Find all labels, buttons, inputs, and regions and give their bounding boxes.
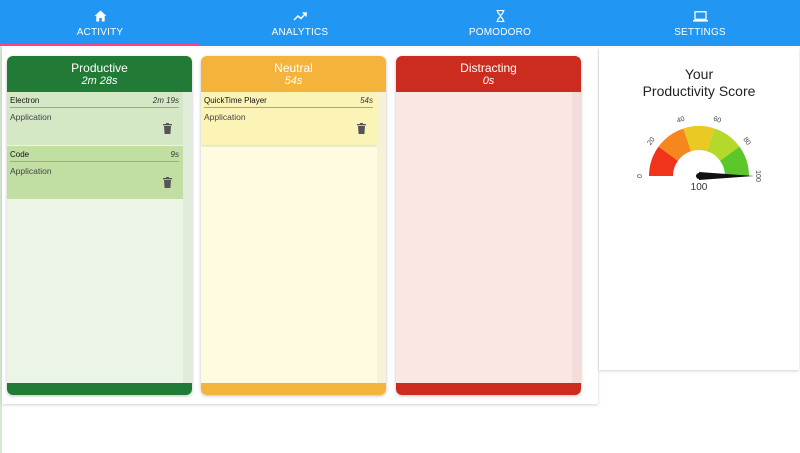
score-title: Your Productivity Score (599, 66, 799, 100)
gauge-tick-label: 100 (754, 170, 761, 182)
column-duration: 2m 28s (81, 74, 118, 87)
gauge-tick-label: 0 (637, 174, 644, 178)
trash-icon[interactable] (161, 121, 173, 135)
card-name: Electron (10, 96, 40, 105)
hourglass-icon (496, 8, 505, 24)
laptop-icon (692, 8, 708, 24)
tab-activity-label: ACTIVITY (76, 27, 124, 38)
scrollbar[interactable] (572, 92, 581, 383)
tab-settings[interactable]: SETTINGS (600, 0, 800, 46)
activity-card[interactable]: QuickTime Player 54s Application (201, 92, 377, 145)
home-icon (94, 8, 107, 24)
column-duration: 0s (482, 74, 495, 87)
column-distracting-header: Distracting 0s (396, 56, 581, 92)
card-type: Application (10, 112, 52, 122)
column-title: Distracting (460, 60, 517, 75)
scrollbar[interactable] (183, 92, 192, 383)
card-type: Application (10, 166, 52, 176)
card-name: QuickTime Player (204, 96, 267, 105)
scrollbar[interactable] (377, 92, 386, 383)
trash-icon[interactable] (161, 175, 173, 189)
productivity-gauge: 0 20 40 60 80 100 100 (637, 116, 761, 193)
score-title-line1: Your (684, 66, 714, 82)
score-title-line2: Productivity Score (642, 83, 756, 99)
card-duration: 9s (170, 150, 179, 159)
gauge-tick-label: 40 (676, 116, 686, 125)
gauge-tick-label: 60 (712, 116, 722, 125)
activity-card[interactable]: Electron 2m 19s Application (7, 92, 183, 145)
column-neutral-footer (201, 383, 386, 395)
tab-activity[interactable]: ACTIVITY (0, 0, 200, 46)
column-neutral: Neutral 54s QuickTime Player 54s Applica… (201, 56, 386, 395)
gauge-tick-label: 80 (741, 136, 751, 147)
tab-analytics-label: ANALYTICS (271, 27, 329, 38)
column-distracting-footer (396, 383, 581, 395)
trending-up-icon (293, 8, 307, 24)
column-productive-list[interactable]: Electron 2m 19s Application Code 9s Appl… (7, 92, 192, 383)
column-title: Neutral (274, 60, 313, 75)
column-title: Productive (71, 60, 128, 75)
productivity-score-panel: Your Productivity Score 0 20 40 60 80 100 100 (599, 48, 799, 370)
gauge-needle-hub (696, 173, 702, 179)
activity-board: Productive 2m 28s Electron 2m 19s Applic… (2, 48, 598, 404)
gauge-tick-label: 20 (646, 136, 656, 147)
column-productive: Productive 2m 28s Electron 2m 19s Applic… (7, 56, 192, 395)
tab-settings-label: SETTINGS (674, 27, 726, 38)
card-name: Code (10, 150, 30, 159)
column-duration: 54s (284, 74, 303, 87)
tab-analytics[interactable]: ANALYTICS (200, 0, 400, 46)
card-duration: 2m 19s (152, 96, 179, 105)
column-distracting: Distracting 0s (396, 56, 581, 395)
column-distracting-list[interactable] (396, 92, 581, 383)
column-productive-header: Productive 2m 28s (7, 56, 192, 92)
tab-pomodoro-label: POMODORO (468, 27, 532, 38)
column-neutral-list[interactable]: QuickTime Player 54s Application (201, 92, 386, 383)
activity-card[interactable]: Code 9s Application (7, 146, 183, 199)
gauge-value-label: 100 (691, 182, 708, 193)
tab-pomodoro[interactable]: POMODORO (400, 0, 600, 46)
trash-icon[interactable] (355, 121, 367, 135)
card-type: Application (204, 112, 246, 122)
top-nav: ACTIVITY ANALYTICS POMODORO SETTINGS (0, 0, 800, 46)
card-duration: 54s (360, 96, 373, 105)
column-neutral-header: Neutral 54s (201, 56, 386, 92)
column-productive-footer (7, 383, 192, 395)
